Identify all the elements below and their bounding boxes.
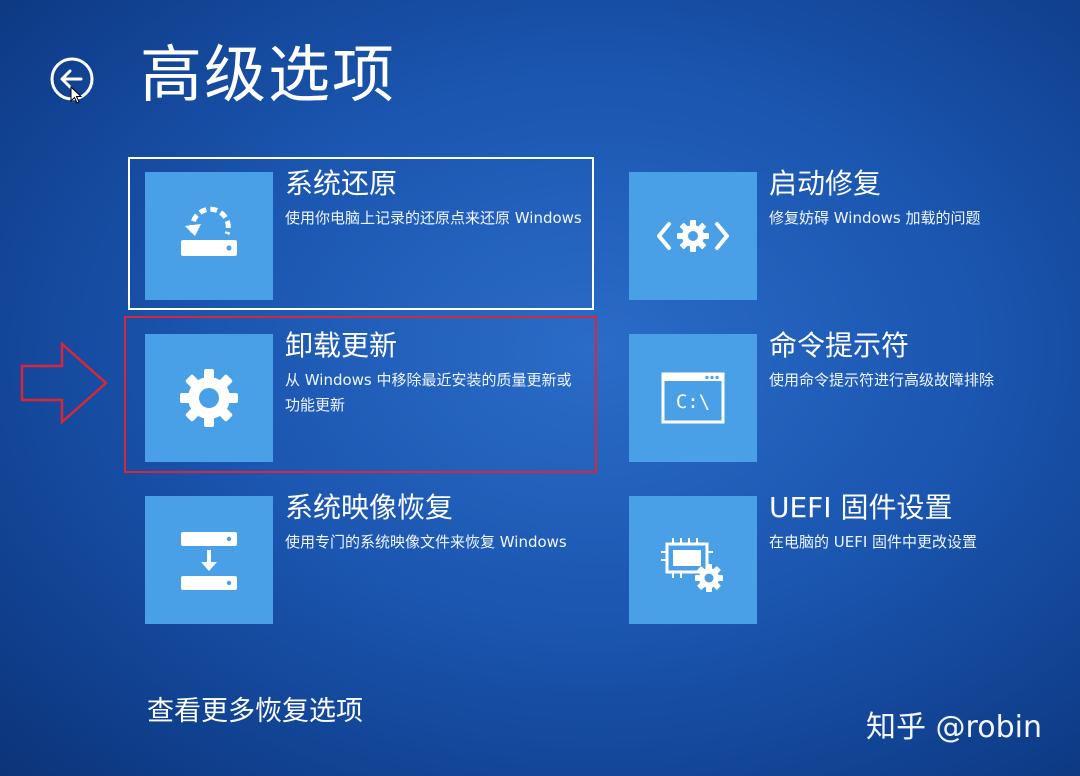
option-title: 命令提示符: [769, 329, 910, 362]
mouse-cursor-icon: [70, 86, 83, 104]
option-description: 修复妨碍 Windows 加载的问题: [769, 209, 981, 227]
option-description: 在电脑的 UEFI 固件中更改设置: [769, 533, 978, 551]
option-title: 启动修复: [769, 167, 882, 200]
option-tile: C:\: [629, 334, 757, 462]
system-image-recovery-icon: [181, 532, 237, 590]
annotation-highlight-box: [124, 316, 597, 473]
option-tile: [145, 496, 273, 624]
command-prompt-icon: C:\: [661, 372, 725, 424]
selection-outline: [128, 157, 594, 310]
uefi-firmware-icon: [661, 538, 723, 592]
option-description: 使用命令提示符进行高级故障排除: [769, 371, 995, 389]
option-system-image-recovery[interactable]: 系统映像恢复 使用专门的系统映像文件来恢复 Windows: [145, 491, 605, 636]
option-startup-repair[interactable]: 启动修复 修复妨碍 Windows 加载的问题: [629, 167, 1080, 312]
option-tile: [629, 496, 757, 624]
option-title: UEFI 固件设置: [769, 491, 953, 524]
option-description: 使用专门的系统映像文件来恢复 Windows: [285, 533, 567, 551]
annotation-arrow-icon: [20, 342, 108, 424]
page-title: 高级选项: [140, 38, 397, 111]
watermark: 知乎 @robin: [866, 710, 1042, 745]
option-command-prompt[interactable]: C:\ 命令提示符 使用命令提示符进行高级故障排除: [629, 329, 1080, 474]
option-uefi-firmware-settings[interactable]: UEFI 固件设置 在电脑的 UEFI 固件中更改设置: [629, 491, 1080, 636]
prompt-text: C:\: [676, 391, 710, 413]
option-tile: [629, 172, 757, 300]
more-recovery-options-link[interactable]: 查看更多恢复选项: [147, 696, 363, 728]
option-title: 系统映像恢复: [285, 491, 454, 524]
startup-repair-icon: [657, 220, 729, 252]
